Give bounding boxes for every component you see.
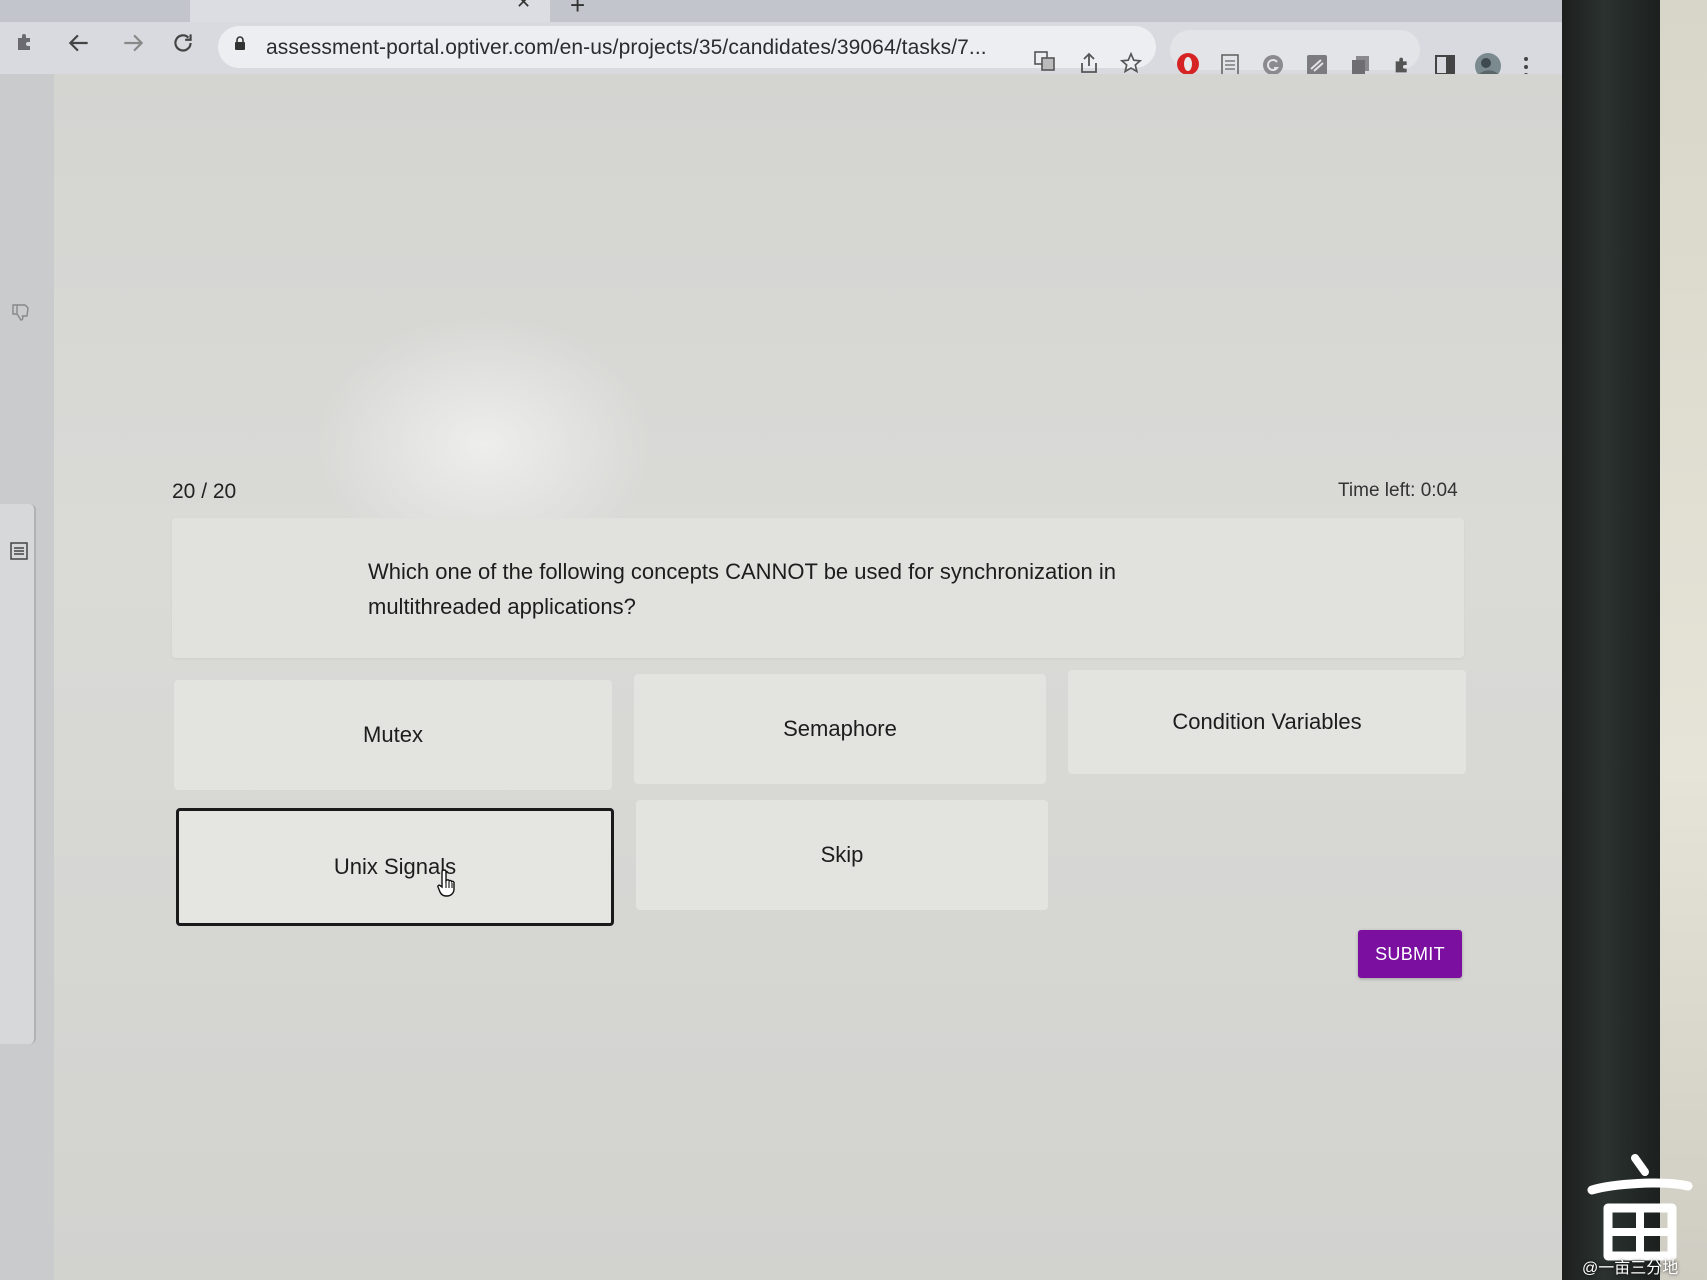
tab-close-icon[interactable]: ✕ [516, 0, 531, 13]
url-text[interactable]: assessment-portal.optiver.com/en-us/proj… [266, 36, 987, 60]
watermark-text: @一亩三分地 [1582, 1260, 1679, 1277]
new-tab-icon[interactable]: + [570, 0, 585, 21]
lock-icon[interactable] [234, 36, 246, 50]
forward-icon[interactable] [120, 30, 146, 63]
hand-cursor-icon [437, 869, 455, 897]
thumbs-down-icon[interactable] [10, 302, 30, 327]
question-counter: 20 / 20 [172, 480, 237, 503]
option-semaphore[interactable]: Semaphore [634, 674, 1046, 784]
extensions-icon[interactable] [14, 30, 38, 60]
time-left: Time left: 0:04 [1338, 480, 1458, 501]
left-side-card [0, 504, 36, 1044]
option-label: Skip [820, 842, 864, 867]
option-label: Semaphore [783, 716, 897, 741]
photo-frame: ✕ + ⌄ assessment-portal.optiver.com/en-u… [0, 0, 1707, 1280]
option-unix-signals[interactable]: Unix Signals [176, 808, 614, 926]
extensions-bar [1170, 30, 1420, 70]
question-card: Which one of the following concepts CANN… [172, 518, 1464, 658]
option-label: Mutex [363, 722, 423, 747]
list-icon[interactable] [10, 542, 28, 565]
back-icon[interactable] [66, 30, 92, 63]
left-side-panel [0, 74, 55, 1280]
tab-strip: ✕ + ⌄ [0, 0, 1562, 33]
background-wall [1660, 0, 1707, 1280]
option-mutex[interactable]: Mutex [174, 680, 612, 790]
option-condition-variables[interactable]: Condition Variables [1068, 670, 1466, 774]
browser-window: ✕ + ⌄ assessment-portal.optiver.com/en-u… [0, 0, 1562, 1280]
option-skip[interactable]: Skip [636, 800, 1048, 910]
submit-label: SUBMIT [1375, 943, 1445, 964]
reload-icon[interactable] [170, 30, 196, 63]
active-tab[interactable] [190, 0, 550, 22]
option-label: Condition Variables [1172, 709, 1362, 734]
submit-button[interactable]: SUBMIT [1358, 930, 1462, 978]
monitor-bezel [1562, 0, 1667, 1280]
question-text: Which one of the following concepts CANN… [368, 559, 1116, 619]
